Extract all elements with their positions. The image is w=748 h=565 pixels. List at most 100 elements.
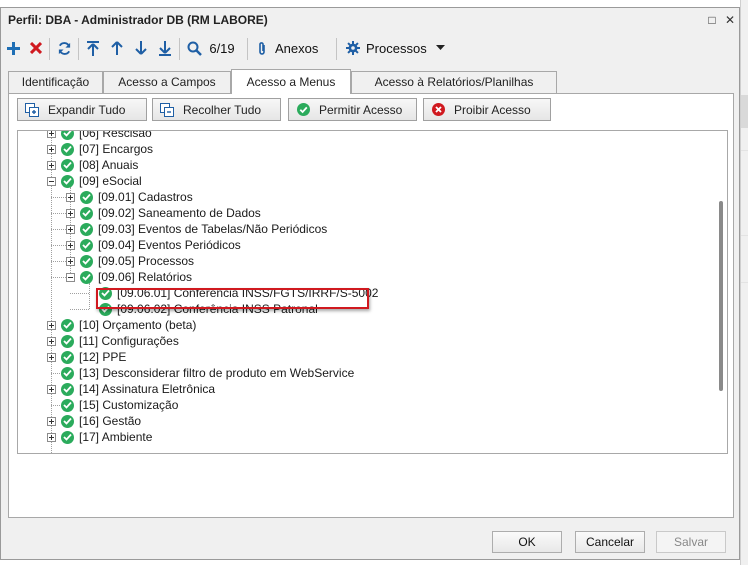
- expand-node-icon[interactable]: [47, 160, 56, 170]
- deny-access-button[interactable]: Proibir Acesso: [423, 98, 551, 121]
- expand-all-button[interactable]: Expandir Tudo: [17, 98, 147, 121]
- tree-scrollbar[interactable]: [715, 131, 727, 453]
- next-record-button[interactable]: [132, 37, 150, 59]
- record-position: 6/19: [207, 37, 237, 59]
- tab-label: Acesso à Relatórios/Planilhas: [374, 75, 534, 89]
- access-granted-check-icon[interactable]: [61, 398, 74, 412]
- previous-record-button[interactable]: [108, 37, 126, 59]
- record-position-text: 6/19: [209, 40, 235, 56]
- tab-acesso-menus[interactable]: Acesso a Menus: [231, 69, 351, 94]
- add-button[interactable]: [4, 37, 22, 59]
- background-row-line: [741, 235, 748, 236]
- gear-icon: [346, 41, 360, 55]
- access-granted-check-icon[interactable]: [80, 238, 93, 252]
- tree-item-label: [09.03] Eventos de Tabelas/Não Periódico…: [98, 222, 328, 236]
- close-button[interactable]: ✕: [721, 11, 739, 29]
- tab-label: Acesso a Menus: [246, 75, 336, 89]
- expand-node-icon[interactable]: [47, 144, 56, 154]
- access-granted-check-icon[interactable]: [80, 270, 93, 284]
- expand-node-icon[interactable]: [66, 256, 75, 266]
- tree-item[interactable]: [09.02] Saneamento de Dados: [66, 205, 261, 221]
- attachments-button[interactable]: Anexos: [257, 37, 332, 59]
- deny-access-label: Proibir Acesso: [454, 102, 531, 117]
- tree-item[interactable]: [09.03] Eventos de Tabelas/Não Periódico…: [66, 221, 327, 237]
- expand-node-icon[interactable]: [47, 416, 56, 426]
- expand-node-icon[interactable]: [47, 432, 56, 442]
- arrow-down-icon: [135, 41, 147, 55]
- access-granted-check-icon[interactable]: [80, 190, 93, 204]
- tree-item[interactable]: [09.05] Processos: [66, 253, 194, 269]
- access-granted-check-icon[interactable]: [80, 222, 93, 236]
- tree-item[interactable]: [17] Ambiente: [47, 429, 152, 445]
- tree-item[interactable]: [09.04] Eventos Periódicos: [66, 237, 241, 253]
- tree-item[interactable]: [15] Customização: [47, 397, 178, 413]
- access-granted-check-icon[interactable]: [80, 254, 93, 268]
- toolbar-separator: [179, 38, 180, 60]
- processes-button[interactable]: Processos: [346, 37, 446, 59]
- collapse-node-icon[interactable]: [66, 272, 75, 282]
- tree-item[interactable]: [16] Gestão: [47, 413, 141, 429]
- expand-node-icon[interactable]: [47, 131, 56, 138]
- tree-item[interactable]: [09] eSocial: [47, 173, 142, 189]
- background-row-line: [741, 150, 748, 151]
- access-granted-check-icon[interactable]: [61, 382, 74, 396]
- access-granted-check-icon[interactable]: [61, 366, 74, 380]
- tree-item-label: [09.06] Relatórios: [98, 270, 193, 284]
- allow-access-button[interactable]: Permitir Acesso: [288, 98, 417, 121]
- toolbar: 6/19 Anexos Processos: [1, 34, 739, 64]
- tree-item[interactable]: [09.06] Relatórios: [66, 269, 192, 285]
- scrollbar-thumb[interactable]: [719, 201, 723, 391]
- expand-all-label: Expandir Tudo: [48, 102, 126, 117]
- collapse-node-icon[interactable]: [47, 176, 56, 186]
- access-granted-check-icon[interactable]: [61, 158, 74, 172]
- cancel-button[interactable]: Cancelar: [575, 531, 645, 553]
- access-granted-check-icon[interactable]: [61, 350, 74, 364]
- expand-node-icon[interactable]: [47, 352, 56, 362]
- access-granted-check-icon[interactable]: [61, 334, 74, 348]
- access-granted-check-icon[interactable]: [61, 414, 74, 428]
- expand-node-icon[interactable]: [47, 320, 56, 330]
- tab-acesso-campos[interactable]: Acesso a Campos: [103, 71, 231, 93]
- access-granted-check-icon[interactable]: [61, 430, 74, 444]
- tree-item[interactable]: [06] Rescisão: [47, 130, 152, 141]
- tree-item-label: [06] Rescisão: [79, 130, 152, 140]
- ok-button[interactable]: OK: [492, 531, 562, 553]
- collapse-all-button[interactable]: Recolher Tudo: [152, 98, 281, 121]
- save-button[interactable]: Salvar: [656, 531, 726, 553]
- search-button[interactable]: [185, 37, 203, 59]
- expand-node-icon[interactable]: [47, 336, 56, 346]
- access-granted-check-icon[interactable]: [61, 318, 74, 332]
- check-circle-icon: [295, 102, 311, 118]
- tree-item[interactable]: [11] Configurações: [47, 333, 179, 349]
- refresh-button[interactable]: [55, 37, 73, 59]
- delete-button[interactable]: [27, 37, 45, 59]
- last-record-button[interactable]: [156, 37, 174, 59]
- expand-node-icon[interactable]: [66, 192, 75, 202]
- first-record-button[interactable]: [84, 37, 102, 59]
- tree-item-label: [09.05] Processos: [98, 254, 195, 268]
- tree-item[interactable]: [09.01] Cadastros: [66, 189, 193, 205]
- tree-item[interactable]: [07] Encargos: [47, 141, 153, 157]
- arrow-first-icon: [87, 40, 99, 56]
- expand-node-icon[interactable]: [66, 240, 75, 250]
- tree-item[interactable]: [14] Assinatura Eletrônica: [47, 381, 215, 397]
- tree-item[interactable]: [12] PPE: [47, 349, 126, 365]
- tree-item[interactable]: [10] Orçamento (beta): [47, 317, 196, 333]
- tree-item-label: [09.02] Saneamento de Dados: [98, 206, 261, 220]
- expand-node-icon[interactable]: [47, 384, 56, 394]
- tree-item[interactable]: [13] Desconsiderar filtro de produto em …: [47, 365, 354, 381]
- access-granted-check-icon[interactable]: [61, 131, 74, 140]
- maximize-button[interactable]: □: [703, 11, 721, 29]
- tab-identificacao[interactable]: Identificação: [8, 71, 103, 93]
- tree-item-label: [11] Configurações: [79, 334, 179, 348]
- x-circle-icon: [430, 102, 446, 118]
- expand-node-icon[interactable]: [66, 224, 75, 234]
- expand-node-icon[interactable]: [66, 208, 75, 218]
- tree-item[interactable]: [08] Anuais: [47, 157, 138, 173]
- access-granted-check-icon[interactable]: [61, 174, 74, 188]
- access-granted-check-icon[interactable]: [61, 142, 74, 156]
- access-granted-check-icon[interactable]: [80, 206, 93, 220]
- tab-acesso-relatorios[interactable]: Acesso à Relatórios/Planilhas: [351, 71, 557, 93]
